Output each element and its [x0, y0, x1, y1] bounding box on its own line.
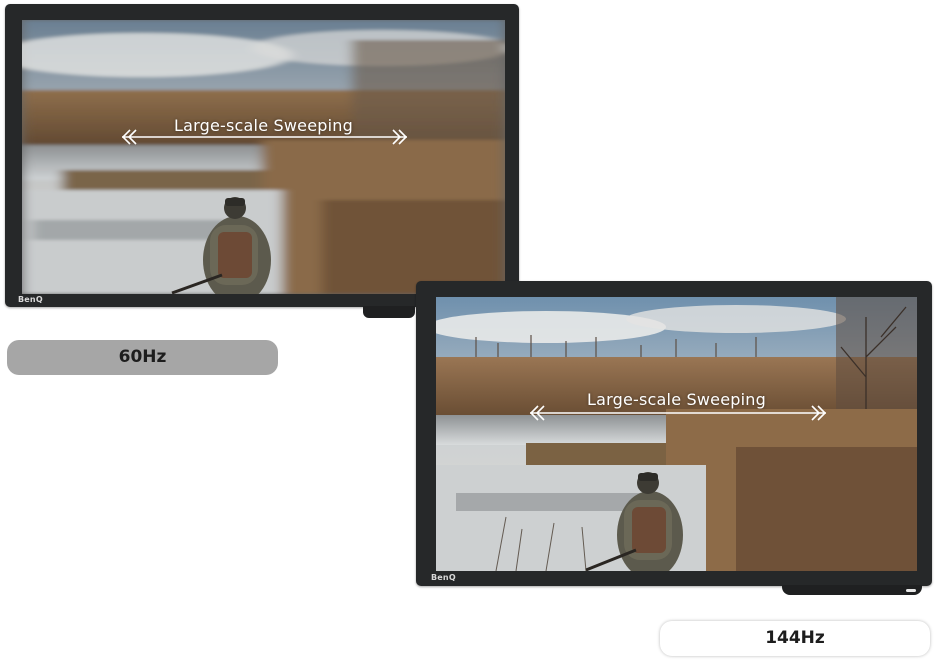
sweep-label-144hz: Large-scale Sweeping — [587, 390, 766, 409]
stand-base-60hz — [363, 306, 415, 318]
scene-image-sharp — [436, 297, 917, 571]
brand-logo-144hz: BenQ — [431, 573, 456, 582]
monitor-144hz: Large-scale Sweeping BenQ — [416, 281, 932, 586]
brand-logo-60hz: BenQ — [18, 295, 43, 304]
refresh-rate-badge-144hz: 144Hz — [660, 621, 930, 656]
stand-base-144hz — [782, 585, 922, 595]
refresh-rate-badge-60hz: 60Hz — [7, 340, 278, 375]
screen-60hz: Large-scale Sweeping — [22, 20, 505, 294]
scene-image-blurred — [22, 20, 505, 294]
monitor-60hz: Large-scale Sweeping BenQ — [5, 4, 519, 307]
screen-144hz: Large-scale Sweeping — [436, 297, 917, 571]
sweep-label-60hz: Large-scale Sweeping — [174, 116, 353, 135]
power-led-indicator — [906, 589, 916, 592]
